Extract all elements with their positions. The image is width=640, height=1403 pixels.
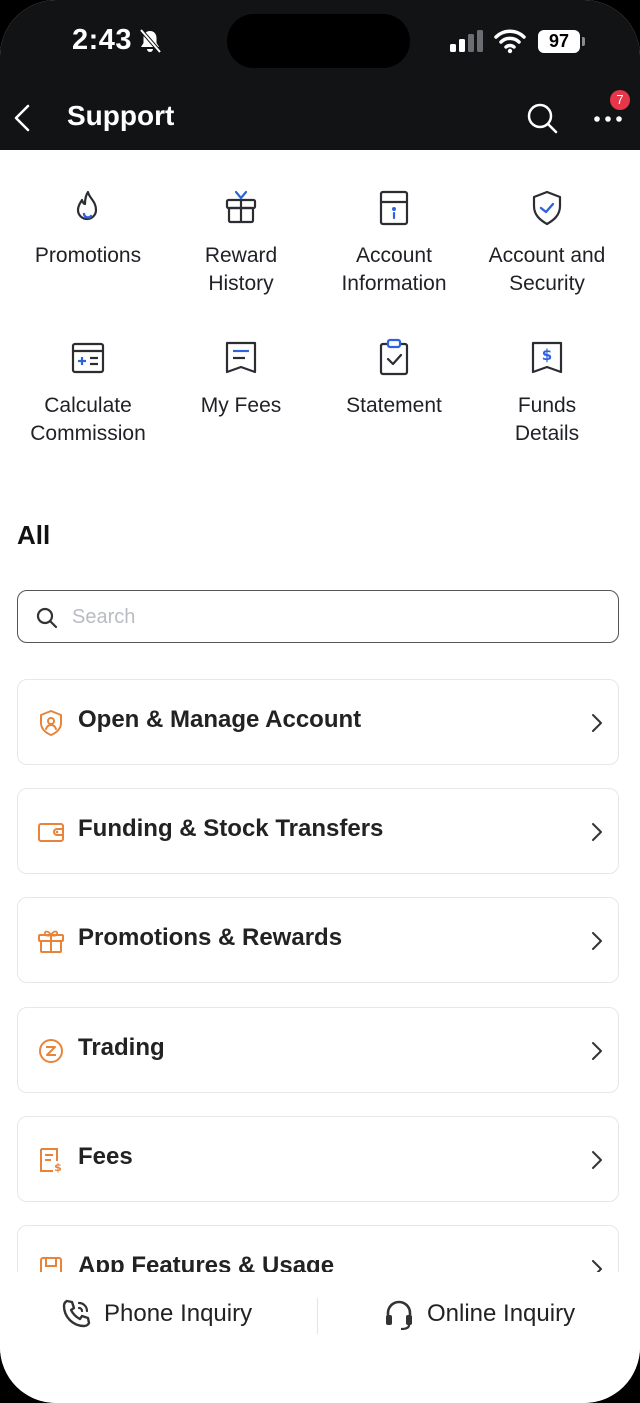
category-label: Fees [78,1143,133,1170]
calculator-icon [71,342,105,374]
gift-box-icon [225,190,257,224]
page-title: Support [67,100,175,131]
battery-nub [582,37,585,46]
shield-check-icon [532,190,562,226]
wallet-icon [38,823,64,842]
trading-icon [39,1039,63,1063]
phone-inquiry-button[interactable]: Phone Inquiry [60,1294,290,1334]
quick-action-label: Reward History [204,244,278,295]
quick-action-label: Statement [346,394,442,417]
category-funding-stock-transfers[interactable]: Funding & Stock Transfers [17,788,619,874]
svg-text:$: $ [54,1161,62,1173]
battery-level: 97 [538,30,580,53]
category-label: Trading [78,1034,165,1061]
quick-action-my-fees[interactable]: My Fees [166,338,316,420]
user-shield-icon [40,710,62,736]
fee-receipt-icon [225,341,257,374]
bell-off-icon [139,28,162,54]
top-bar: 2:43 97 Support 7 [0,0,640,150]
cellular-signal-icon [450,30,483,52]
more-menu-button[interactable]: 7 [590,90,630,134]
section-heading-all: All [17,520,51,550]
quick-action-label: Promotions [34,244,142,267]
category-open-manage-account[interactable]: Open & Manage Account [17,679,619,765]
flame-icon [76,190,98,221]
category-trading[interactable]: Trading [17,1007,619,1093]
gift-icon [38,930,64,953]
bottom-divider [317,1298,318,1334]
search-box[interactable] [17,590,619,643]
account-card-icon [379,190,409,226]
quick-action-promotions[interactable]: Promotions [13,188,163,270]
bottom-inquiry-bar: Phone Inquiry Online Inquiry [0,1272,640,1403]
quick-action-account-information[interactable]: Account Information [319,188,469,298]
category-label: Open & Manage Account [78,706,362,733]
back-chevron-icon[interactable] [8,98,40,138]
svg-text:$: $ [542,346,552,364]
clipboard-check-icon [379,338,409,376]
phone-inquiry-label: Phone Inquiry [104,1300,253,1327]
headset-icon [386,1300,412,1330]
category-label: Funding & Stock Transfers [78,815,384,842]
quick-action-reward-history[interactable]: Reward History [166,188,316,298]
status-time: 2:43 [72,24,133,56]
quick-action-label: My Fees [200,394,282,417]
dynamic-island [227,14,410,68]
battery-indicator: 97 [538,30,586,53]
quick-action-label: Calculate Commission [30,394,146,445]
phone-screen: 2:43 97 Support 7 Promotions Reward Hist… [0,0,640,1403]
search-input[interactable] [72,601,592,633]
chevron-right-icon [592,1042,602,1060]
phone-icon [62,1299,91,1328]
quick-action-calculate-commission[interactable]: Calculate Commission [13,338,163,448]
quick-action-label: Funds Details [514,394,580,445]
dollar-receipt-icon: $ [531,341,563,374]
notification-badge: 7 [610,90,630,110]
chevron-right-icon [592,932,602,950]
fee-document-icon: $ [40,1148,62,1173]
category-fees[interactable]: $ Fees [17,1116,619,1202]
search-icon [36,607,58,629]
quick-action-label: Account and Security [488,244,606,295]
quick-action-account-security[interactable]: Account and Security [472,188,622,298]
category-promotions-rewards[interactable]: Promotions & Rewards [17,897,619,983]
quick-actions-grid: Promotions Reward History Account Informat… [0,150,640,480]
chevron-right-icon [592,823,602,841]
quick-action-funds-details[interactable]: $ Funds Details [472,338,622,448]
more-dots-icon [594,116,622,122]
wifi-icon [494,29,526,54]
chevron-right-icon [592,714,602,732]
quick-action-label: Account Information [341,244,447,295]
search-icon[interactable] [524,100,560,136]
online-inquiry-button[interactable]: Online Inquiry [383,1294,613,1334]
chevron-right-icon [592,1151,602,1169]
quick-action-statement[interactable]: Statement [319,338,469,420]
online-inquiry-label: Online Inquiry [427,1300,576,1327]
category-label: Promotions & Rewards [78,924,343,951]
